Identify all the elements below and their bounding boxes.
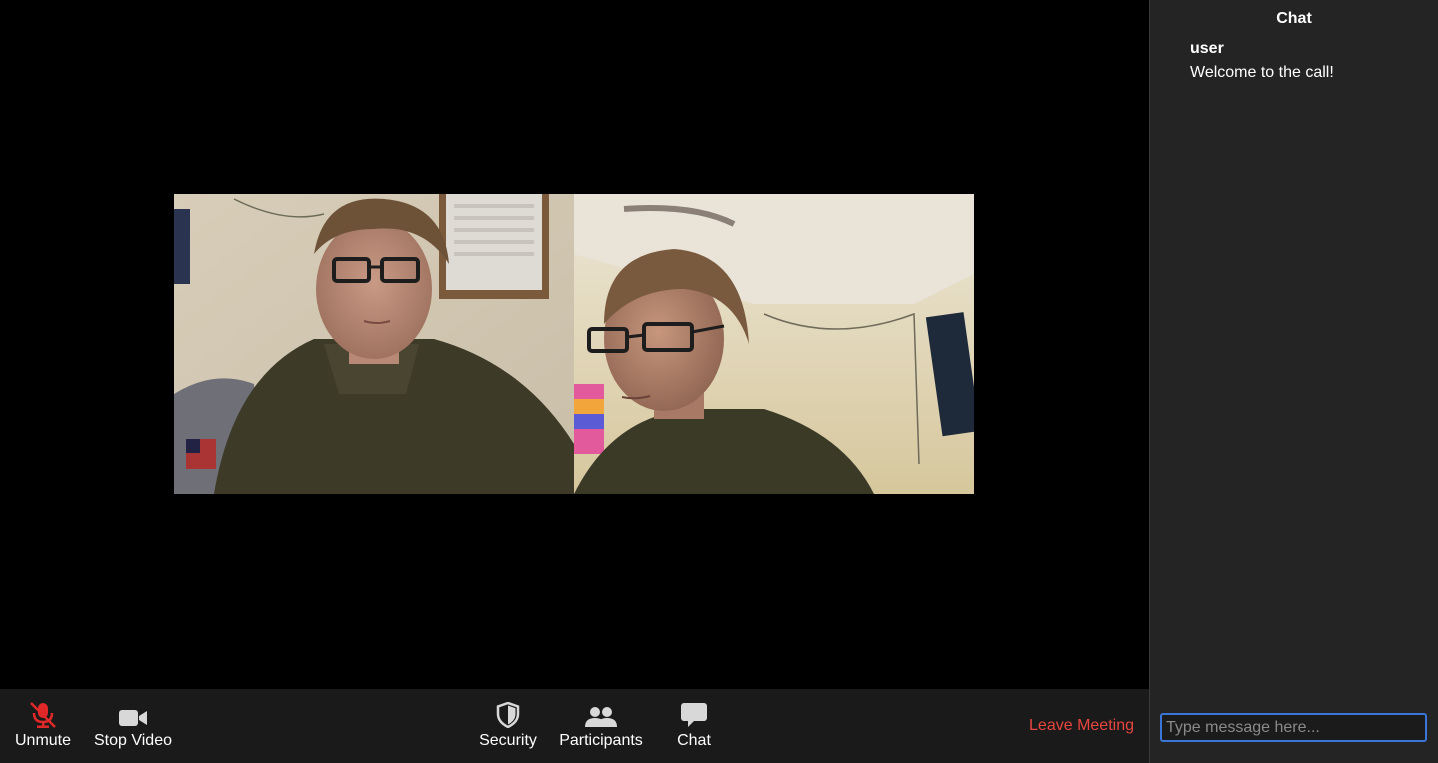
security-button[interactable]: Security [472,689,544,763]
meeting-toolbar: Unmute Stop Video Security Participants … [0,689,1149,763]
speech-bubble-icon [680,702,708,728]
chat-message: user Welcome to the call! [1190,39,1430,83]
video-feed-image [174,194,574,494]
chat-panel: Chat user Welcome to the call! [1150,0,1438,763]
stop-video-label: Stop Video [94,732,172,749]
meeting-area: Unmute Stop Video Security Participants … [0,0,1149,763]
video-feed-image [574,194,974,494]
participant-video-2[interactable] [574,194,974,494]
video-camera-icon [118,702,148,728]
leave-meeting-button[interactable]: Leave Meeting [1029,716,1134,736]
chat-label: Chat [677,732,711,749]
stop-video-button[interactable]: Stop Video [88,689,178,763]
video-stage [0,0,1149,689]
people-icon [585,702,617,728]
chat-message-sender: user [1190,40,1224,57]
chat-button[interactable]: Chat [665,689,723,763]
chat-panel-title: Chat [1276,10,1312,27]
chat-message-input[interactable] [1160,713,1427,742]
zoom-meeting-window: Unmute Stop Video Security Participants … [0,0,1438,763]
shield-icon [496,702,520,728]
security-label: Security [479,732,537,749]
unmute-button[interactable]: Unmute [8,689,78,763]
participants-label: Participants [559,732,643,749]
chat-message-text: Welcome to the call! [1190,64,1334,81]
muted-mic-icon [27,702,59,728]
participant-video-1[interactable] [174,194,574,494]
participants-button[interactable]: Participants [554,689,648,763]
unmute-label: Unmute [14,732,72,749]
